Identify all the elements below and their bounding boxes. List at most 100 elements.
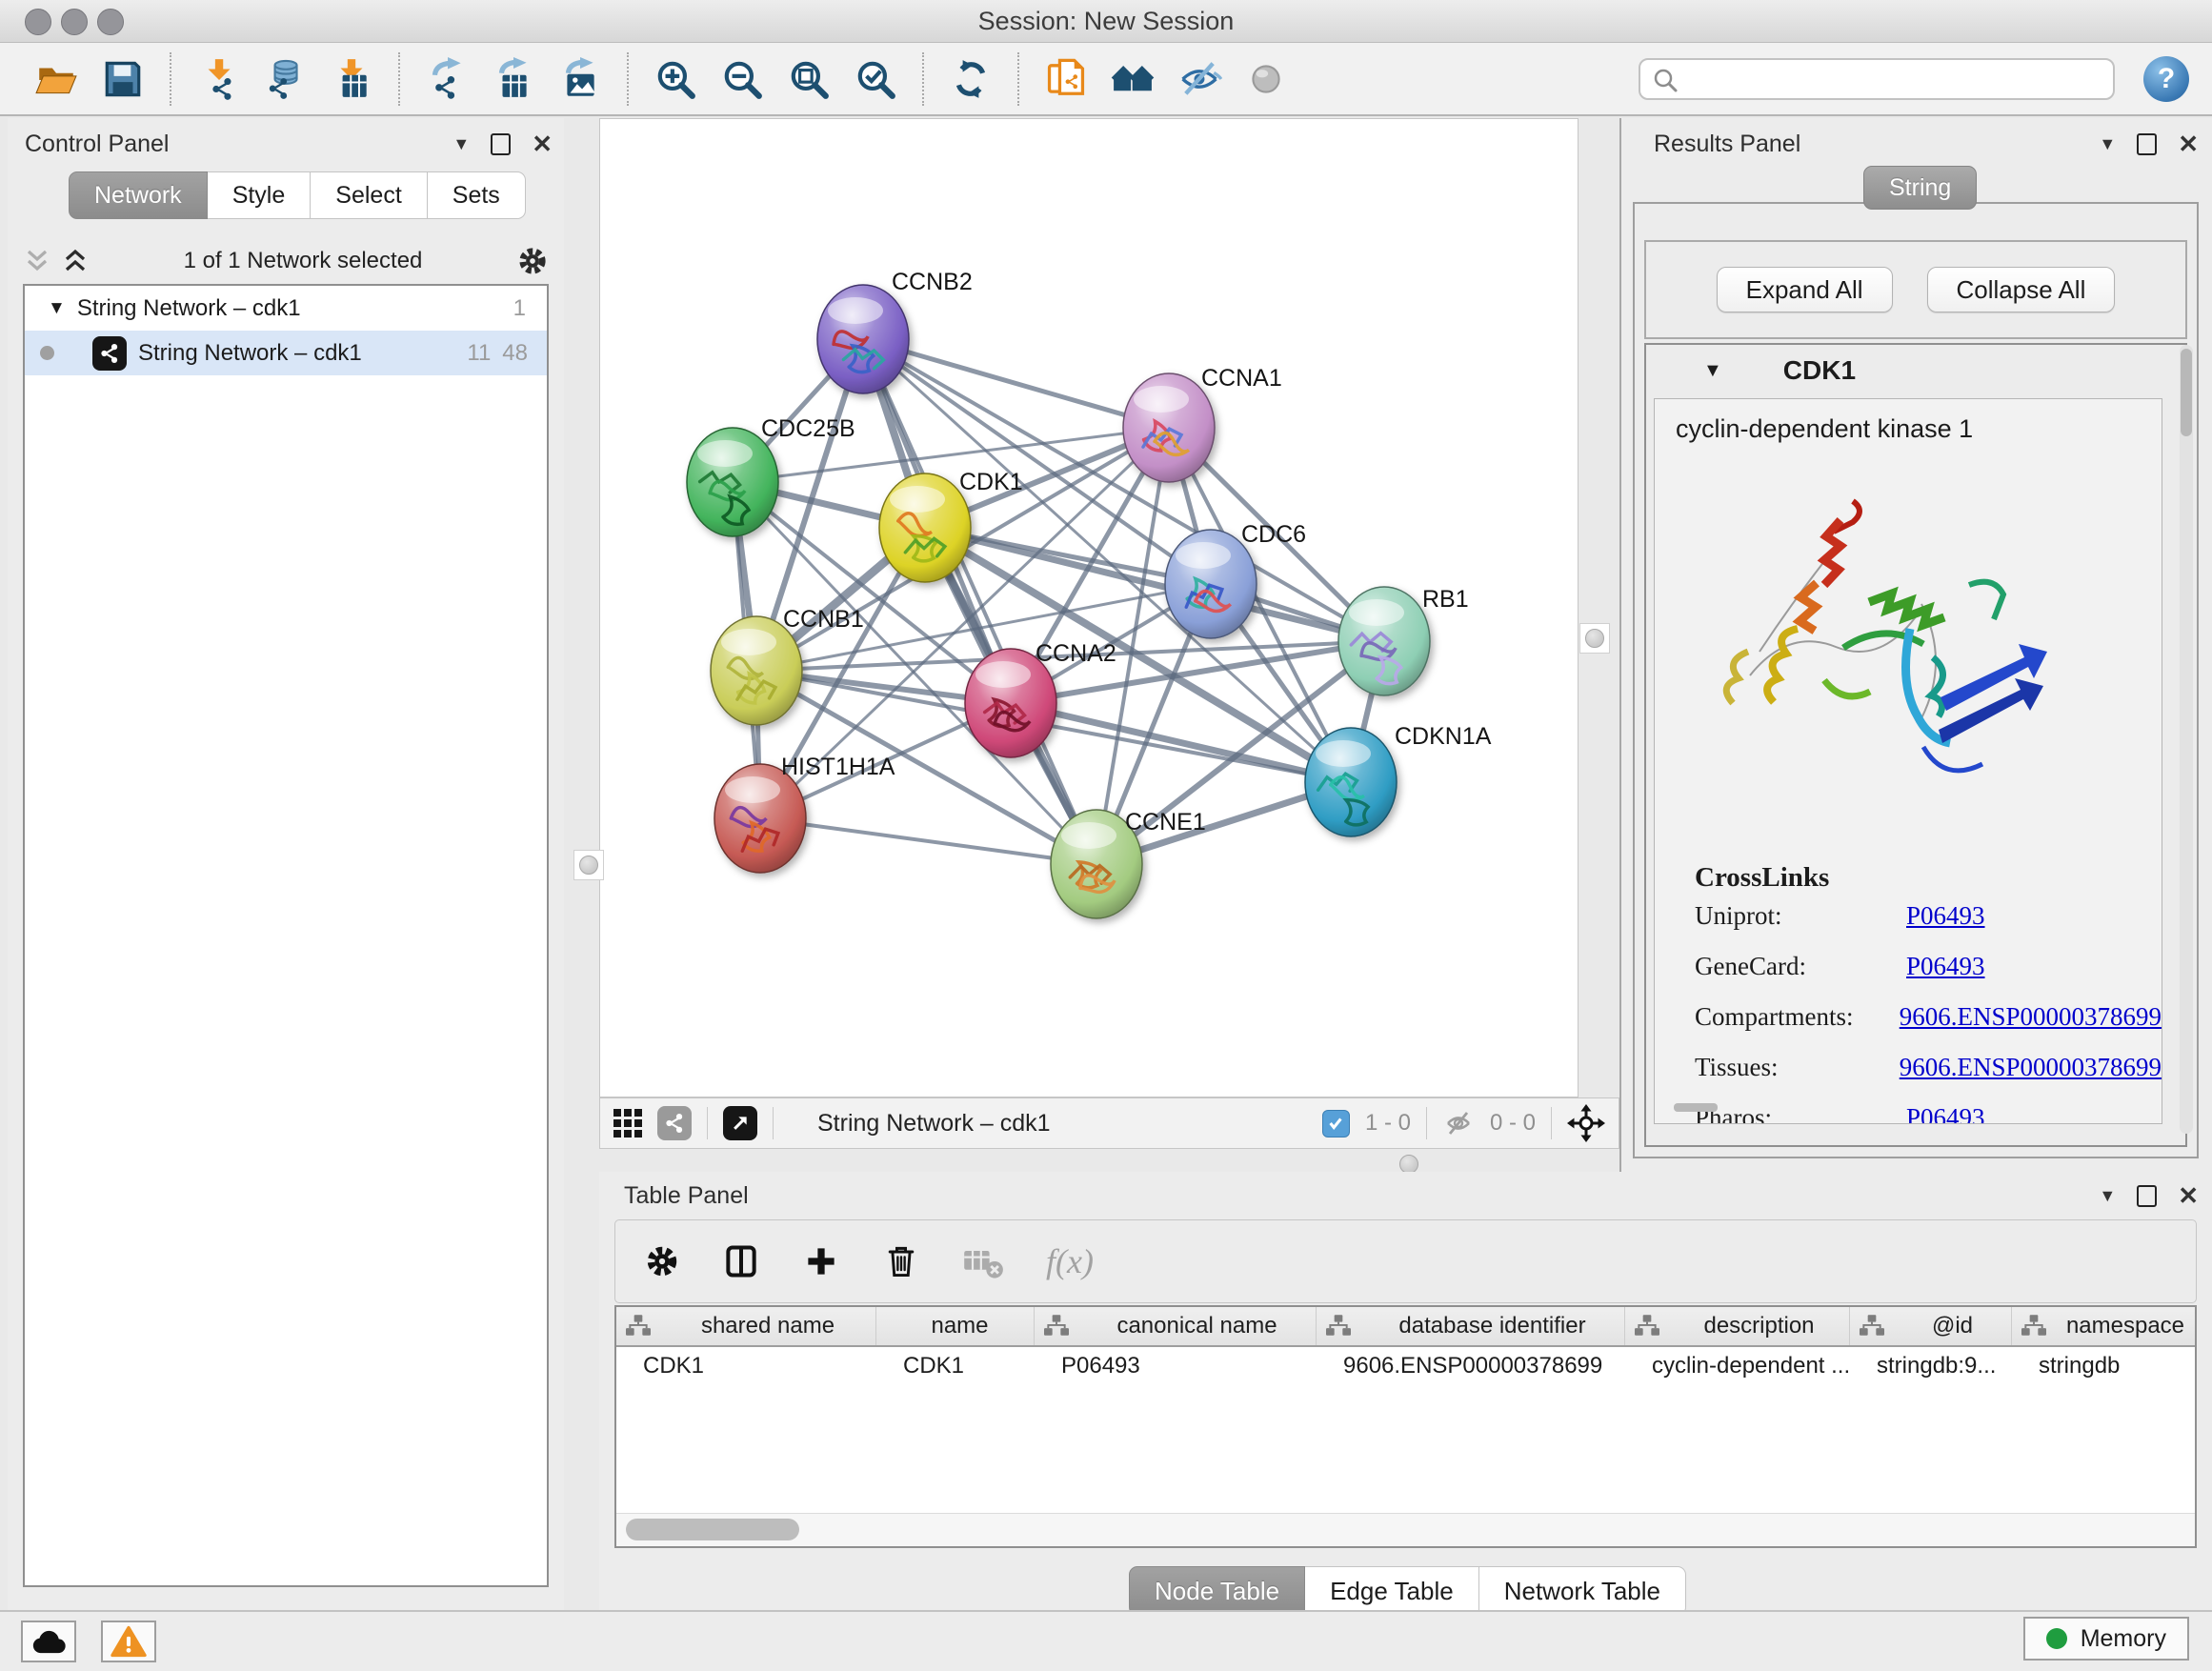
table-cell: stringdb (2012, 1347, 2195, 1385)
zoom-in-button[interactable] (651, 54, 700, 104)
tab-select[interactable]: Select (311, 171, 427, 219)
zoom-fit-button[interactable] (784, 54, 834, 104)
tree-icon (626, 1315, 651, 1338)
help-button[interactable]: ? (2143, 56, 2189, 102)
control-panel-float-icon[interactable] (491, 133, 511, 155)
fit-selected-crosshair-icon[interactable] (1567, 1104, 1605, 1142)
export-network-icon (425, 57, 469, 101)
open-session-button[interactable] (31, 54, 81, 104)
results-hscrollbar[interactable] (1674, 1103, 1718, 1112)
export-image-button[interactable] (555, 54, 605, 104)
crosslink-row: Pharos: P06493 (1695, 1103, 2162, 1124)
right-splitter-handle[interactable] (1579, 623, 1610, 654)
tab-network-table[interactable]: Network Table (1479, 1566, 1686, 1616)
group-nodes-button[interactable] (1108, 54, 1157, 104)
network-canvas[interactable]: CCNB2CCNA1CDC25BCDK1CDC6RB1CCNB1CCNA2CDK… (599, 118, 1579, 1097)
network-view-toolbar: String Network – cdk1 1 - 0 0 - 0 (599, 1097, 1619, 1149)
expand-all-icon[interactable] (61, 248, 90, 274)
network-options-gear-icon[interactable] (516, 245, 549, 277)
network-collection-count: 1 (513, 295, 526, 322)
crosslink-link[interactable]: 9606.ENSP00000378699 (1900, 1002, 2162, 1031)
control-panel-collapse-icon[interactable]: ▼ (452, 134, 470, 154)
memory-button[interactable]: Memory (2023, 1617, 2189, 1661)
import-network-button[interactable] (193, 54, 243, 104)
search-input[interactable] (1639, 58, 2115, 100)
entry-collapse-icon[interactable]: ▼ (1703, 360, 1722, 382)
table-cell: cyclin-dependent ... (1625, 1347, 1850, 1385)
column-header[interactable]: shared name (616, 1307, 876, 1345)
memory-label: Memory (2081, 1625, 2166, 1653)
warnings-button[interactable] (101, 1621, 156, 1662)
refresh-icon (949, 57, 993, 101)
table-panel-close-icon[interactable]: ✕ (2178, 1181, 2199, 1211)
left-splitter-handle[interactable] (573, 850, 604, 880)
tab-edge-table[interactable]: Edge Table (1305, 1566, 1479, 1616)
title-bar: Session: New Session (0, 0, 2212, 43)
crosslink-link[interactable]: P06493 (1906, 952, 1985, 980)
add-column-plus-icon[interactable] (802, 1242, 840, 1280)
separator (1426, 1107, 1427, 1139)
results-vscrollbar[interactable] (2180, 345, 2193, 1134)
zoom-out-button[interactable] (717, 54, 767, 104)
import-network-from-database-button[interactable] (260, 54, 310, 104)
table-hscrollbar[interactable] (616, 1513, 2195, 1546)
string-view-badge[interactable] (657, 1106, 692, 1140)
zoom-selected-icon (854, 57, 897, 101)
tab-style[interactable]: Style (208, 171, 312, 219)
collapse-all-icon[interactable] (23, 248, 51, 274)
collapse-all-button[interactable]: Collapse All (1927, 267, 2116, 312)
table-cell: P06493 (1035, 1347, 1317, 1385)
eye-slash-icon (1176, 56, 1222, 102)
tab-node-table[interactable]: Node Table (1129, 1566, 1305, 1616)
crosslink-link[interactable]: P06493 (1906, 1103, 1985, 1124)
results-panel-collapse-icon[interactable]: ▼ (2099, 134, 2116, 154)
save-session-button[interactable] (98, 54, 148, 104)
expand-all-button[interactable]: Expand All (1717, 267, 1893, 312)
show-hidden-button[interactable] (1241, 54, 1291, 104)
clone-network-button[interactable] (1041, 54, 1091, 104)
export-network-button[interactable] (422, 54, 472, 104)
results-panel-close-icon[interactable]: ✕ (2178, 130, 2199, 159)
save-floppy-icon (101, 57, 145, 101)
table-row[interactable]: CDK1 CDK1 P06493 9606.ENSP00000378699 cy… (616, 1347, 2195, 1385)
crosslink-link[interactable]: 9606.ENSP00000378699 (1900, 1053, 2162, 1081)
hide-selected-button[interactable] (1175, 54, 1224, 104)
birdseye-view-button[interactable] (723, 1106, 757, 1140)
grid-view-icon[interactable] (613, 1109, 642, 1137)
table-panel-float-icon[interactable] (2137, 1185, 2157, 1207)
table-header-row: shared name name canonical name database… (616, 1307, 2195, 1347)
column-header[interactable]: name (876, 1307, 1035, 1345)
table-options-gear-icon[interactable] (644, 1243, 680, 1279)
zoom-selected-button[interactable] (851, 54, 900, 104)
share-icon (664, 1113, 685, 1134)
network-collection-row[interactable]: ▼ String Network – cdk1 1 (25, 286, 547, 331)
results-panel-float-icon[interactable] (2137, 133, 2157, 155)
apply-layout-button[interactable] (946, 54, 995, 104)
export-table-button[interactable] (489, 54, 538, 104)
hidden-eye-icon (1442, 1109, 1475, 1137)
node-table[interactable]: shared name name canonical name database… (614, 1305, 2197, 1548)
crosslink-label: GeneCard: (1695, 952, 1906, 981)
control-panel-close-icon[interactable]: ✕ (532, 130, 553, 159)
network-row-selected[interactable]: String Network – cdk1 11 48 (25, 331, 547, 375)
tree-expanded-icon[interactable]: ▼ (48, 298, 66, 319)
copy-documents-icon (1043, 56, 1089, 102)
column-header[interactable]: namespace (2012, 1307, 2195, 1345)
zoom-in-icon (654, 57, 697, 101)
column-header[interactable]: database identifier (1317, 1307, 1625, 1345)
table-panel-collapse-icon[interactable]: ▼ (2099, 1186, 2116, 1206)
toolbar-separator (627, 52, 629, 106)
show-columns-icon[interactable] (722, 1242, 760, 1280)
column-header[interactable]: @id (1850, 1307, 2012, 1345)
network-graph[interactable]: CCNB2CCNA1CDC25BCDK1CDC6RB1CCNB1CCNA2CDK… (600, 119, 1578, 1097)
cloud-status-button[interactable] (21, 1621, 76, 1662)
tab-sets[interactable]: Sets (428, 171, 526, 219)
column-header[interactable]: description (1625, 1307, 1850, 1345)
column-header[interactable]: canonical name (1035, 1307, 1317, 1345)
selected-checkbox-icon[interactable] (1322, 1110, 1350, 1137)
tab-string[interactable]: String (1863, 166, 1977, 210)
delete-column-trash-icon[interactable] (882, 1242, 920, 1280)
import-table-button[interactable] (327, 54, 376, 104)
crosslink-link[interactable]: P06493 (1906, 901, 1985, 930)
tab-network[interactable]: Network (69, 171, 208, 219)
